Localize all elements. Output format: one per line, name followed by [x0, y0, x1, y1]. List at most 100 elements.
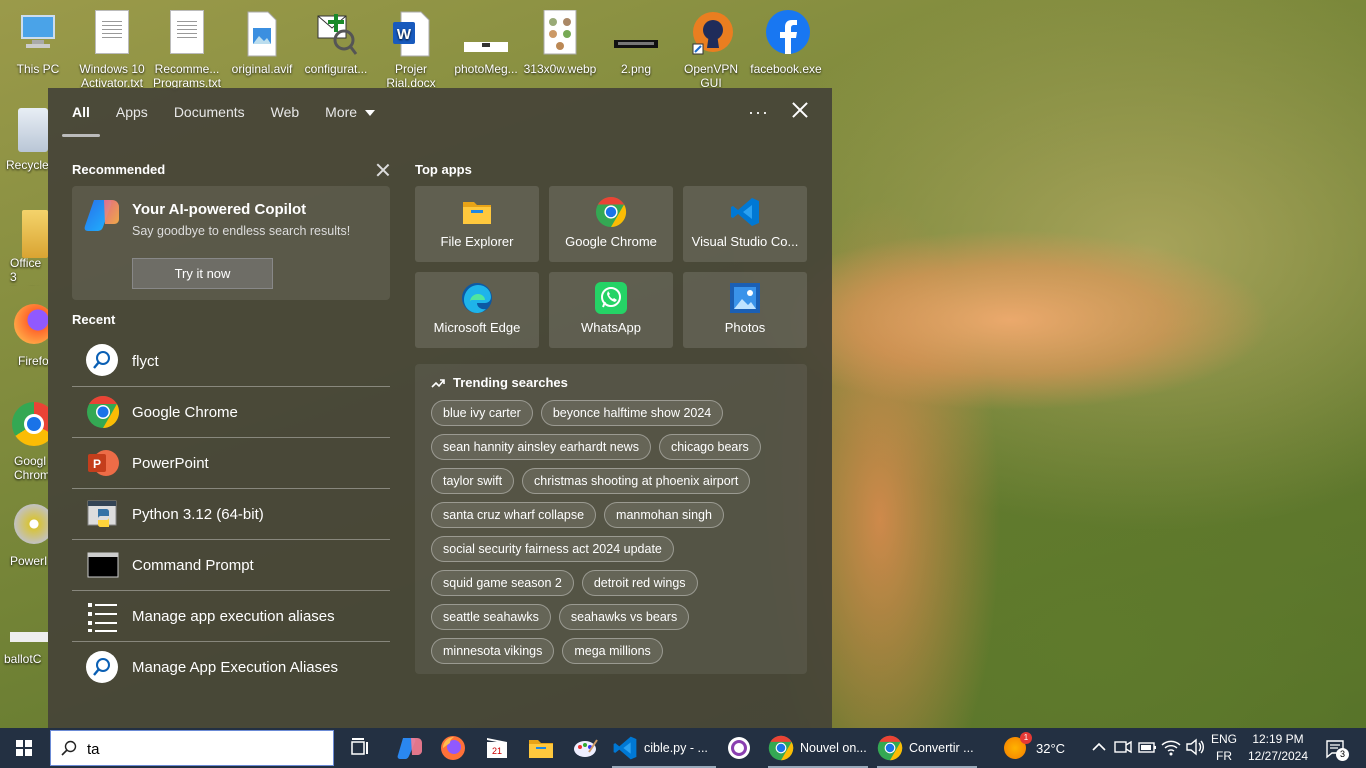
app-tile-google-chrome[interactable]: Google Chrome — [549, 186, 673, 262]
tab-documents[interactable]: Documents — [174, 104, 245, 124]
search-input[interactable] — [87, 737, 327, 761]
desktop-icon-projer-rial[interactable]: W Projer Rial.docx — [373, 10, 449, 90]
desktop-icon-label: Windows 10 Activator.txt — [79, 62, 145, 90]
desktop-icon-firefox[interactable]: Firefo — [0, 304, 48, 370]
tab-all[interactable]: All — [72, 104, 90, 124]
desktop-icon-label: OpenVPN GUI — [683, 62, 739, 90]
app-tile-whatsapp[interactable]: WhatsApp — [549, 272, 673, 348]
desktop-icon-office[interactable]: Office 3 ProPlus — [0, 206, 48, 286]
top-apps-grid: File Explorer Google Chrome Visual Studi… — [415, 186, 808, 348]
clock-time: 12:19 PM — [1252, 732, 1304, 746]
app-tile-file-explorer[interactable]: File Explorer — [415, 186, 539, 262]
tab-more-label: More — [325, 104, 358, 120]
recent-list: flyct Google Chrome P PowerPoint Python … — [72, 336, 390, 693]
whatsapp-icon — [595, 282, 627, 314]
desktop-icon-label: photoMeg... — [454, 62, 518, 76]
trending-chip[interactable]: mega millions — [562, 638, 663, 664]
desktop-icon-label: Office 3 ProPlus — [10, 256, 48, 286]
wifi-icon[interactable] — [1160, 736, 1182, 758]
weather-widget[interactable]: 1 32°C — [1004, 728, 1065, 768]
recent-item-google-chrome[interactable]: Google Chrome — [72, 387, 390, 438]
chrome-icon — [877, 735, 903, 761]
weather-badge: 1 — [1020, 732, 1032, 744]
desktop-icon-recycle-bin[interactable]: Recycle — [0, 104, 48, 174]
tab-more[interactable]: More — [325, 104, 375, 124]
chevron-up-icon[interactable] — [1088, 736, 1110, 758]
clock[interactable]: 12:19 PM 12/27/2024 — [1242, 731, 1314, 765]
copilot-taskbar-icon[interactable] — [395, 734, 423, 762]
desktop-icon-this-pc[interactable]: This PC — [0, 10, 76, 76]
trending-chip[interactable]: minnesota vikings — [431, 638, 555, 664]
trending-chip[interactable]: detroit red wings — [581, 570, 698, 596]
desktop-icon-313x0w[interactable]: 313x0w.webp — [522, 9, 598, 76]
desktop-icon-ballot[interactable]: ballotC — [0, 626, 48, 670]
copilot-card: Your AI-powered Copilot Say goodbye to e… — [72, 186, 390, 300]
trending-chip[interactable]: squid game season 2 — [431, 570, 574, 596]
battery-icon[interactable] — [1136, 736, 1158, 758]
notification-center-button[interactable]: 3 — [1320, 736, 1350, 761]
recent-item-label: Python 3.12 (64-bit) — [132, 505, 264, 523]
recent-item-command-prompt[interactable]: Command Prompt — [72, 540, 390, 591]
file-explorer-taskbar-icon[interactable] — [527, 734, 555, 762]
desktop-icon-recommended-programs[interactable]: Recomme... Programs.txt — [149, 10, 225, 90]
close-panel-button[interactable] — [790, 100, 810, 120]
taskbar-app-vscode[interactable]: cible.py - ... — [612, 728, 716, 768]
recent-item-manage-aliases-search[interactable]: Manage App Execution Aliases — [72, 642, 390, 693]
start-button[interactable] — [0, 728, 48, 768]
app-tile-vscode[interactable]: Visual Studio Co... — [683, 186, 807, 262]
trending-chip[interactable]: blue ivy carter — [431, 400, 533, 426]
trending-chip[interactable]: seattle seahawks — [431, 604, 551, 630]
active-tab-indicator — [62, 134, 100, 137]
dismiss-recommended-button[interactable] — [376, 163, 390, 177]
more-options-button[interactable]: ··· — [748, 102, 769, 123]
app-tile-microsoft-edge[interactable]: Microsoft Edge — [415, 272, 539, 348]
clock-date: 12/27/2024 — [1247, 749, 1309, 763]
volume-icon[interactable] — [1184, 736, 1206, 758]
trending-chip[interactable]: christmas shooting at phoenix airport — [522, 468, 751, 494]
recent-item-flyct[interactable]: flyct — [72, 336, 390, 387]
desktop-icon-original-avif[interactable]: original.avif — [224, 10, 300, 76]
media-player-icon[interactable]: 21 — [483, 734, 511, 762]
task-view-icon[interactable] — [346, 734, 374, 762]
trending-chip[interactable]: social security fairness act 2024 update — [431, 536, 674, 562]
tab-web[interactable]: Web — [271, 104, 300, 124]
desktop-icon-configurat[interactable]: configurat... — [298, 10, 374, 76]
firefox-taskbar-icon[interactable] — [439, 734, 467, 762]
image-file-icon — [464, 10, 508, 58]
desktop-icon-activator[interactable]: Windows 10 Activator.txt — [74, 10, 150, 90]
trending-chip[interactable]: manmohan singh — [604, 502, 724, 528]
recent-item-python[interactable]: Python 3.12 (64-bit) — [72, 489, 390, 540]
obs-icon[interactable] — [725, 734, 753, 762]
try-copilot-button[interactable]: Try it now — [132, 258, 273, 289]
trending-chip[interactable]: beyonce halftime show 2024 — [540, 400, 724, 426]
taskbar-app-chrome-nouvel[interactable]: Nouvel on... — [768, 728, 868, 768]
trending-chip[interactable]: sean hannity ainsley earhardt news — [431, 434, 651, 460]
paint-icon[interactable] — [571, 734, 599, 762]
desktop-icon-photomeg[interactable]: photoMeg... — [448, 10, 524, 76]
meet-now-icon[interactable] — [1112, 736, 1134, 758]
trending-chip[interactable]: taylor swift — [431, 468, 515, 494]
input-language-indicator[interactable]: ENG FR — [1206, 731, 1242, 765]
desktop-icon-label: original.avif — [231, 62, 293, 76]
trending-chip[interactable]: chicago bears — [658, 434, 761, 460]
notification-count-badge: 3 — [1336, 748, 1349, 761]
recent-item-manage-aliases[interactable]: Manage app execution aliases — [72, 591, 390, 642]
desktop-icon-power[interactable]: PowerI — [0, 504, 48, 570]
taskbar-search-box[interactable] — [50, 730, 334, 766]
desktop-icon-openvpn[interactable]: OpenVPN GUI — [673, 10, 749, 90]
facebook-icon — [764, 10, 810, 58]
tab-apps[interactable]: Apps — [116, 104, 148, 124]
trending-chip[interactable]: santa cruz wharf collapse — [431, 502, 597, 528]
desktop-icon-facebook[interactable]: facebook.exe — [748, 10, 824, 76]
desktop-icon-chrome[interactable]: Googl Chrom — [0, 402, 48, 486]
trending-heading: Trending searches — [431, 375, 568, 390]
app-tile-photos[interactable]: Photos — [683, 272, 807, 348]
recent-item-powerpoint[interactable]: P PowerPoint — [72, 438, 390, 489]
taskbar-app-label: Convertir ... — [909, 741, 974, 755]
desktop-icon-2-png[interactable]: 2.png — [598, 10, 674, 76]
taskbar-app-chrome-convertir[interactable]: Convertir ... — [877, 728, 977, 768]
config-tool-icon — [314, 10, 358, 58]
app-tile-label: Google Chrome — [565, 234, 657, 249]
recent-heading: Recent — [72, 312, 116, 327]
trending-chip[interactable]: seahawks vs bears — [558, 604, 690, 630]
